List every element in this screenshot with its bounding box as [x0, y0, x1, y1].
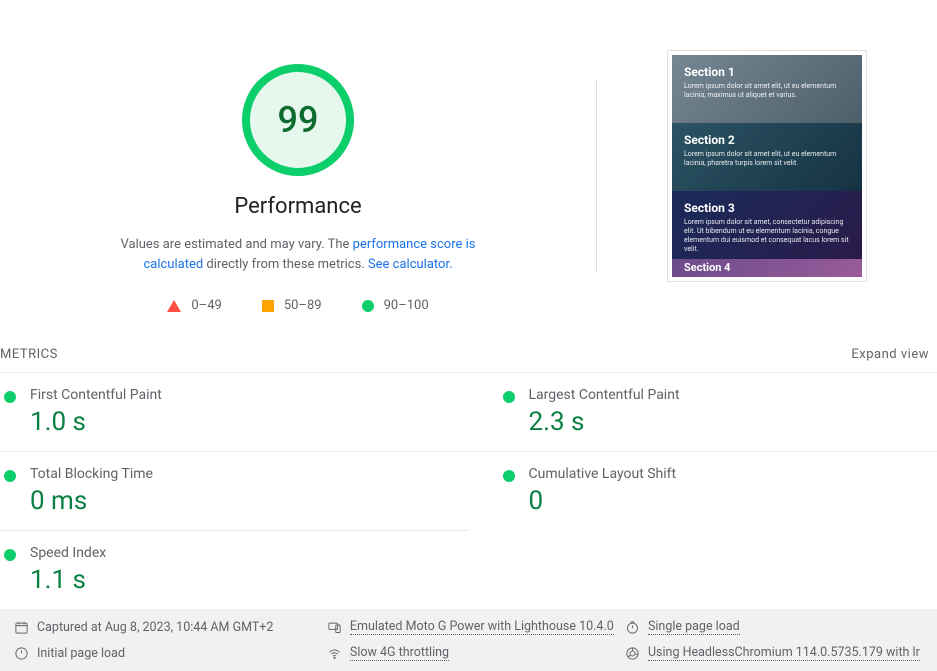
- legend-fail-label: 0–49: [191, 298, 221, 313]
- status-dot-pass-icon: [503, 391, 515, 403]
- footer-text: Using HeadlessChromium 114.0.5735.179 wi…: [648, 645, 920, 661]
- triangle-fail-icon: [167, 300, 181, 312]
- footer: Captured at Aug 8, 2023, 10:44 AM GMT+2 …: [0, 609, 937, 671]
- metric-name: Total Blocking Time: [30, 466, 459, 482]
- footer-single-page[interactable]: Single page load: [625, 619, 923, 635]
- metric-value: 0: [529, 486, 928, 516]
- thumb-section: Section 2 Lorem ipsum dolor sit amet eli…: [672, 123, 862, 191]
- metric-name: Cumulative Layout Shift: [529, 466, 928, 482]
- metric-fcp[interactable]: First Contentful Paint 1.0 s: [0, 372, 469, 451]
- footer-emulated[interactable]: Emulated Moto G Power with Lighthouse 10…: [327, 619, 625, 635]
- page-screenshot-thumbnail[interactable]: Section 1 Lorem ipsum dolor sit amet eli…: [667, 50, 867, 282]
- disclaimer-mid: directly from these metrics.: [203, 257, 368, 272]
- performance-score: 99: [238, 60, 358, 180]
- footer-throttling[interactable]: Slow 4G throttling: [327, 645, 625, 661]
- metric-name: First Contentful Paint: [30, 387, 459, 403]
- footer-text: Slow 4G throttling: [350, 645, 449, 661]
- legend-pass-label: 90–100: [384, 298, 429, 313]
- metric-value: 2.3 s: [529, 407, 928, 437]
- footer-text: Emulated Moto G Power with Lighthouse 10…: [350, 619, 614, 635]
- legend-avg: 50–89: [262, 298, 322, 313]
- footer-text: Captured at Aug 8, 2023, 10:44 AM GMT+2: [37, 620, 273, 635]
- disclaimer-prefix: Values are estimated and may vary. The: [121, 237, 353, 252]
- square-avg-icon: [262, 300, 274, 312]
- metric-name: Largest Contentful Paint: [529, 387, 928, 403]
- footer-browser[interactable]: Using HeadlessChromium 114.0.5735.179 wi…: [625, 645, 923, 661]
- thumb-section-title: Section 3: [684, 201, 850, 215]
- thumb-section: Section 3 Lorem ipsum dolor sit amet, co…: [672, 191, 862, 259]
- legend-fail: 0–49: [167, 298, 221, 313]
- see-calculator-link[interactable]: See calculator.: [368, 257, 453, 272]
- score-legend: 0–49 50–89 90–100: [167, 298, 428, 313]
- circle-pass-icon: [362, 300, 374, 312]
- thumb-section-text: Lorem ipsum dolor sit amet elit, ut eu e…: [684, 82, 850, 100]
- wifi-icon: [327, 646, 342, 661]
- performance-gauge: 99: [238, 60, 358, 180]
- metric-name: Speed Index: [30, 545, 459, 561]
- status-dot-pass-icon: [4, 470, 16, 482]
- thumb-section-text: Lorem ipsum dolor sit amet, consectetur …: [684, 218, 850, 254]
- metric-si[interactable]: Speed Index 1.1 s: [0, 530, 469, 609]
- thumb-section-title: Section 4: [684, 261, 850, 274]
- footer-text: Initial page load: [37, 646, 125, 661]
- metric-value: 1.0 s: [30, 407, 459, 437]
- metric-tbt[interactable]: Total Blocking Time 0 ms: [0, 451, 469, 530]
- performance-label: Performance: [234, 194, 361, 219]
- metrics-heading: METRICS: [0, 347, 58, 362]
- calendar-icon: [14, 620, 29, 635]
- legend-pass: 90–100: [362, 298, 429, 313]
- footer-captured: Captured at Aug 8, 2023, 10:44 AM GMT+2: [14, 619, 327, 635]
- status-dot-pass-icon: [4, 391, 16, 403]
- footer-text: Single page load: [648, 619, 740, 635]
- status-dot-pass-icon: [503, 470, 515, 482]
- footer-initial-load: Initial page load: [14, 645, 327, 661]
- metric-value: 0 ms: [30, 486, 459, 516]
- thumb-section: Section 4: [672, 259, 862, 277]
- metric-lcp[interactable]: Largest Contentful Paint 2.3 s: [469, 372, 937, 451]
- metric-cls[interactable]: Cumulative Layout Shift 0: [469, 451, 937, 530]
- device-icon: [327, 620, 342, 635]
- disclaimer-text: Values are estimated and may vary. The p…: [98, 235, 498, 274]
- metrics-grid: First Contentful Paint 1.0 s Largest Con…: [0, 372, 937, 609]
- chrome-icon: [625, 646, 640, 661]
- thumb-section-text: Lorem ipsum dolor sit amet elit, ut eu e…: [684, 150, 850, 168]
- power-icon: [14, 646, 29, 661]
- thumb-section-title: Section 2: [684, 133, 850, 147]
- legend-avg-label: 50–89: [284, 298, 322, 313]
- status-dot-pass-icon: [4, 549, 16, 561]
- timer-icon: [625, 620, 640, 635]
- thumb-section-title: Section 1: [684, 65, 850, 79]
- expand-view-toggle[interactable]: Expand view: [851, 347, 929, 362]
- thumb-section: Section 1 Lorem ipsum dolor sit amet eli…: [672, 55, 862, 123]
- metric-value: 1.1 s: [30, 565, 459, 595]
